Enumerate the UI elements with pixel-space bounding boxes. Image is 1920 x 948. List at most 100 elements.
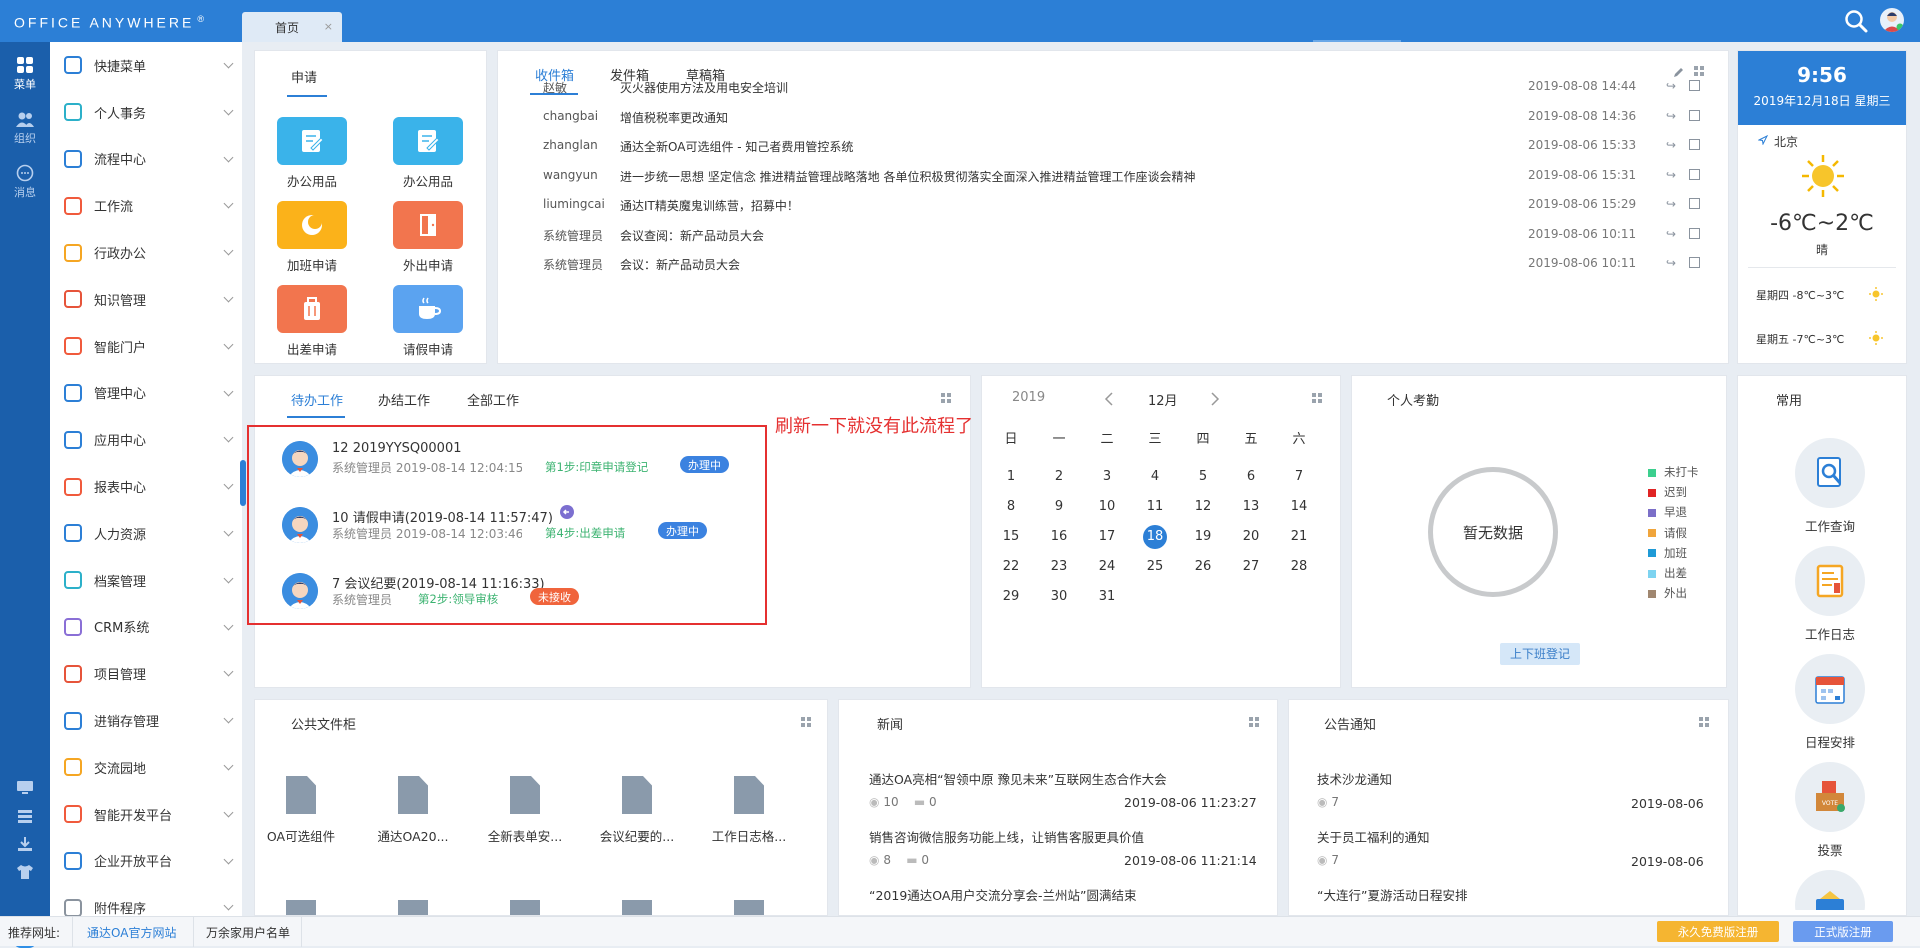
calendar-day[interactable]: 1 [996, 465, 1026, 489]
grid-icon[interactable] [1249, 717, 1260, 728]
file-item[interactable]: 工作日志格... [694, 776, 804, 845]
calendar-day[interactable]: 13 [1236, 495, 1266, 519]
theme-shirt-icon[interactable] [15, 864, 35, 880]
calendar-day[interactable]: 31 [1092, 585, 1122, 609]
calendar-day[interactable]: 28 [1284, 555, 1314, 579]
calendar-day[interactable]: 24 [1092, 555, 1122, 579]
notice-item-title[interactable]: 技术沙龙通知 [1317, 769, 1392, 788]
calendar-day[interactable]: 14 [1284, 495, 1314, 519]
clock-in-button[interactable]: 上下班登记 [1500, 643, 1580, 665]
download-icon[interactable] [15, 836, 35, 852]
sidebar-item[interactable]: 快捷菜单 [50, 42, 242, 89]
forward-icon[interactable]: ↪ [1666, 228, 1678, 240]
sidebar-item[interactable]: 智能门户 [50, 323, 242, 370]
mail-subject[interactable]: 会议查阅：新产品动员大会 [620, 227, 764, 244]
file-item[interactable]: 全新表单安... [470, 776, 580, 845]
sidebar-item[interactable]: 报表中心 [50, 463, 242, 510]
sidebar-collapse-handle[interactable] [240, 460, 246, 506]
calendar-day[interactable]: 19 [1188, 525, 1218, 549]
calendar-day[interactable]: 21 [1284, 525, 1314, 549]
forward-icon[interactable]: ↪ [1666, 80, 1678, 92]
monitor-icon[interactable] [15, 780, 35, 796]
grid-icon[interactable] [801, 717, 812, 728]
sidebar-item[interactable]: 档案管理 [50, 557, 242, 604]
app-office-supplies-1[interactable]: 办公用品 [267, 117, 357, 190]
sidebar-item[interactable]: 项目管理 [50, 650, 242, 697]
footer-link-official[interactable]: 通达OA官方网站 [87, 924, 176, 941]
calendar-day[interactable]: 11 [1140, 495, 1170, 519]
quick-more[interactable] [1760, 870, 1900, 910]
open-external-icon[interactable] [1689, 257, 1700, 268]
mail-subject[interactable]: 会议：新产品动员大会 [620, 256, 740, 273]
mail-row[interactable]: 系统管理员 会议：新产品动员大会 2019-08-06 10:11 ↪ [543, 246, 1723, 282]
app-business-trip[interactable]: 出差申请 [267, 285, 357, 358]
chevron-right-icon[interactable] [1210, 392, 1220, 406]
calendar-day[interactable]: 17 [1092, 525, 1122, 549]
calendar-day-today[interactable]: 18 [1140, 525, 1170, 549]
rail-org[interactable]: 组织 [0, 110, 50, 146]
file-item[interactable]: OA可选组件 [255, 776, 356, 845]
mail-subject[interactable]: 进一步统一思想 坚定信念 推进精益管理战略落地 各单位积极贯彻落实全面深入推进精… [620, 168, 1195, 185]
sidebar-item[interactable]: 管理中心 [50, 370, 242, 417]
rail-menu[interactable]: 菜单 [0, 56, 50, 92]
app-overtime[interactable]: 加班申请 [267, 201, 357, 274]
calendar-day[interactable]: 2 [1044, 465, 1074, 489]
search-icon[interactable] [1843, 8, 1869, 34]
mail-subject[interactable]: 通达全新OA可选组件 - 知己者费用管控系统 [620, 138, 853, 155]
calendar-day[interactable]: 20 [1236, 525, 1266, 549]
sidebar-item[interactable]: 知识管理 [50, 276, 242, 323]
calendar-day[interactable]: 6 [1236, 465, 1266, 489]
calendar-day[interactable]: 5 [1188, 465, 1218, 489]
forward-icon[interactable]: ↪ [1666, 139, 1678, 151]
forward-icon[interactable]: ↪ [1666, 110, 1678, 122]
quick-schedule[interactable]: 日程安排 [1760, 654, 1900, 751]
open-external-icon[interactable] [1689, 80, 1700, 91]
calendar-day[interactable]: 15 [996, 525, 1026, 549]
app-leave[interactable]: 请假申请 [383, 285, 473, 358]
tab-all-work[interactable]: 全部工作 [467, 390, 519, 409]
grid-icon[interactable] [941, 393, 952, 404]
calendar-day[interactable]: 9 [1044, 495, 1074, 519]
forward-icon[interactable]: ↪ [1666, 198, 1678, 210]
grid-icon[interactable] [1312, 393, 1323, 404]
file-item[interactable]: 通达OA20... [358, 776, 468, 845]
calendar-day[interactable]: 16 [1044, 525, 1074, 549]
calendar-day[interactable]: 8 [996, 495, 1026, 519]
calendar-day[interactable]: 23 [1044, 555, 1074, 579]
mail-subject[interactable]: 增值税税率更改通知 [620, 109, 728, 126]
quick-work-query[interactable]: 工作查询 [1760, 438, 1900, 535]
sidebar-item[interactable]: 附件程序 [50, 884, 242, 916]
sidebar-item[interactable]: 个人事务 [50, 89, 242, 136]
calendar-day[interactable]: 3 [1092, 465, 1122, 489]
news-item-title[interactable]: 销售咨询微信服务功能上线，让销售客服更具价值 [869, 827, 1144, 846]
chevron-left-icon[interactable] [1104, 392, 1114, 406]
calendar-day[interactable]: 22 [996, 555, 1026, 579]
calendar-day[interactable]: 7 [1284, 465, 1314, 489]
rail-message[interactable]: 消息 [0, 164, 50, 200]
calendar-day[interactable]: 4 [1140, 465, 1170, 489]
official-register-button[interactable]: 正式版注册 [1793, 921, 1893, 942]
free-register-button[interactable]: 永久免费版注册 [1657, 921, 1779, 942]
sidebar-item[interactable]: 流程中心 [50, 136, 242, 183]
calendar-day[interactable]: 25 [1140, 555, 1170, 579]
app-office-supplies-2[interactable]: 办公用品 [383, 117, 473, 190]
tab-close-icon[interactable]: × [324, 20, 333, 33]
sidebar-item[interactable]: CRM系统 [50, 604, 242, 651]
calendar-day[interactable]: 12 [1188, 495, 1218, 519]
notice-item-title[interactable]: “大连行”夏游活动日程安排 [1317, 885, 1467, 904]
footer-link-users[interactable]: 万余家用户名单 [206, 924, 290, 941]
sidebar-item[interactable]: 应用中心 [50, 416, 242, 463]
sidebar-item[interactable]: 行政办公 [50, 229, 242, 276]
calendar-day[interactable]: 29 [996, 585, 1026, 609]
tab-home[interactable]: 首页 × [242, 12, 342, 42]
open-external-icon[interactable] [1689, 109, 1700, 121]
calendar-day[interactable]: 10 [1092, 495, 1122, 519]
sidebar-item[interactable]: 人力资源 [50, 510, 242, 557]
mail-subject[interactable]: 通达IT精英魔鬼训练营，招募中！ [620, 197, 799, 214]
app-outing[interactable]: 外出申请 [383, 201, 473, 274]
sidebar-item[interactable]: 工作流 [50, 182, 242, 229]
notice-item-title[interactable]: 关于员工福利的通知 [1317, 827, 1430, 846]
open-external-icon[interactable] [1689, 168, 1700, 180]
news-item-title[interactable]: 通达OA亮相“智领中原 豫见未来”互联网生态合作大会 [869, 769, 1167, 788]
open-external-icon[interactable] [1689, 227, 1700, 239]
